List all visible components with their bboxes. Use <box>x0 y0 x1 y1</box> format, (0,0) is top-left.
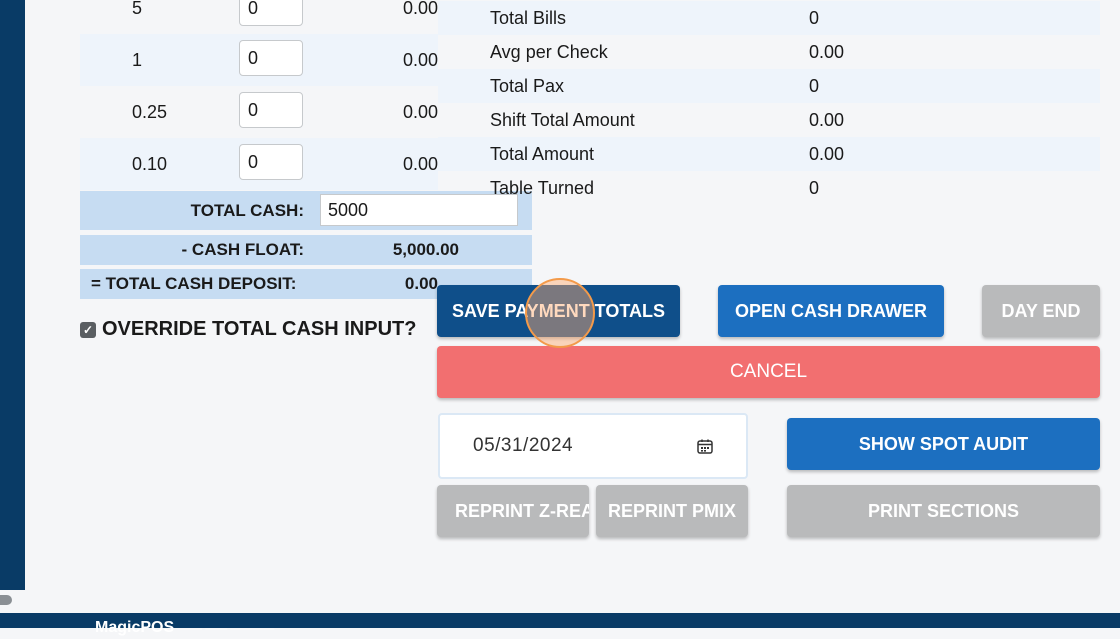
denomination-row: 0.10 0 0.00 <box>80 138 438 190</box>
checkbox-checked-icon[interactable]: ✓ <box>80 321 96 338</box>
stat-row: Shift Total Amount 0.00 <box>438 103 1100 137</box>
save-payment-totals-button[interactable]: SAVE PAYMENT TOTALS <box>437 285 680 337</box>
date-picker-input[interactable]: 05/31/2024 <box>438 413 748 479</box>
cash-float-label: - CASH FLOAT: <box>181 240 304 259</box>
reprint-pmix-button[interactable]: REPRINT PMIX <box>596 485 748 537</box>
total-cash-label: TOTAL CASH: <box>190 200 304 220</box>
stat-value: 0.00 <box>809 41 845 62</box>
cash-float-value: 5,000.00 <box>392 240 459 259</box>
total-cash-deposit-value: 0.00 <box>404 274 438 293</box>
stat-value: 0 <box>809 177 820 198</box>
stat-label: Table Turned <box>490 177 595 198</box>
stat-value: 0 <box>809 75 820 96</box>
denomination-amount: 0.00 <box>402 49 438 70</box>
stat-row: Table Turned 0 <box>438 171 1100 205</box>
rail-handle[interactable] <box>0 595 12 605</box>
denomination-qty-input[interactable]: 0 <box>239 144 303 180</box>
stat-value: 0.00 <box>809 109 845 130</box>
override-label: OVERRIDE TOTAL CASH INPUT? <box>102 318 417 340</box>
denomination-amount: 0.00 <box>402 101 438 122</box>
stat-label: Total Bills <box>490 7 567 28</box>
denomination-label: 0.25 <box>132 101 168 122</box>
shift-stats-panel: Total Bills 0 Avg per Check 0.00 Total P… <box>438 0 1100 204</box>
stat-label: Avg per Check <box>490 41 608 62</box>
denomination-amount: 0.00 <box>402 0 438 18</box>
denomination-row: 1 0 0.00 <box>80 34 438 86</box>
stat-label: Shift Total Amount <box>490 109 635 130</box>
cancel-button[interactable]: CANCEL <box>437 346 1100 398</box>
denomination-qty-input[interactable]: 0 <box>239 0 303 26</box>
brand-logo: MagicPOS —— —— ———— <box>95 618 274 639</box>
denomination-label: 1 <box>132 49 143 70</box>
denomination-amount: 0.00 <box>402 153 438 174</box>
stat-row: Total Bills 0 <box>438 1 1100 35</box>
stat-label: Total Amount <box>490 143 595 164</box>
stat-row: Total Pax 0 <box>438 69 1100 103</box>
total-cash-deposit-label: = TOTAL CASH DEPOSIT: <box>91 274 297 293</box>
cash-count-screen: 5 0 0.00 1 0 0.00 0.25 0 0.00 0.10 0 0.0… <box>0 0 1120 636</box>
open-cash-drawer-button[interactable]: OPEN CASH DRAWER <box>718 285 944 337</box>
denomination-label: 5 <box>132 0 143 18</box>
print-sections-button[interactable]: PRINT SECTIONS <box>787 485 1100 537</box>
reprint-z-read-button[interactable]: REPRINT Z-READ <box>437 485 589 537</box>
denomination-row: 5 0 0.00 <box>80 0 438 34</box>
calendar-icon[interactable] <box>697 439 713 454</box>
stat-value: 0 <box>809 7 820 28</box>
stat-row: Total Amount 0.00 <box>438 137 1100 171</box>
left-rail <box>0 0 25 590</box>
stat-value: 0.00 <box>809 143 845 164</box>
denomination-label: 0.10 <box>132 153 168 174</box>
stat-row: Avg per Check 0.00 <box>438 35 1100 69</box>
brand-tagline: —— —— ———— <box>180 623 275 635</box>
denomination-qty-input[interactable]: 0 <box>239 40 303 76</box>
denomination-qty-input[interactable]: 0 <box>239 92 303 128</box>
override-total-cash[interactable]: ✓ OVERRIDE TOTAL CASH INPUT? <box>80 318 416 341</box>
denomination-row: 0.25 0 0.00 <box>80 86 438 138</box>
show-spot-audit-button[interactable]: SHOW SPOT AUDIT <box>787 418 1100 470</box>
stat-label: Total Pax <box>490 75 565 96</box>
cash-float-row: - CASH FLOAT: 5,000.00 <box>80 235 532 265</box>
day-end-button[interactable]: DAY END <box>982 285 1100 337</box>
date-value: 05/31/2024 <box>473 435 574 456</box>
